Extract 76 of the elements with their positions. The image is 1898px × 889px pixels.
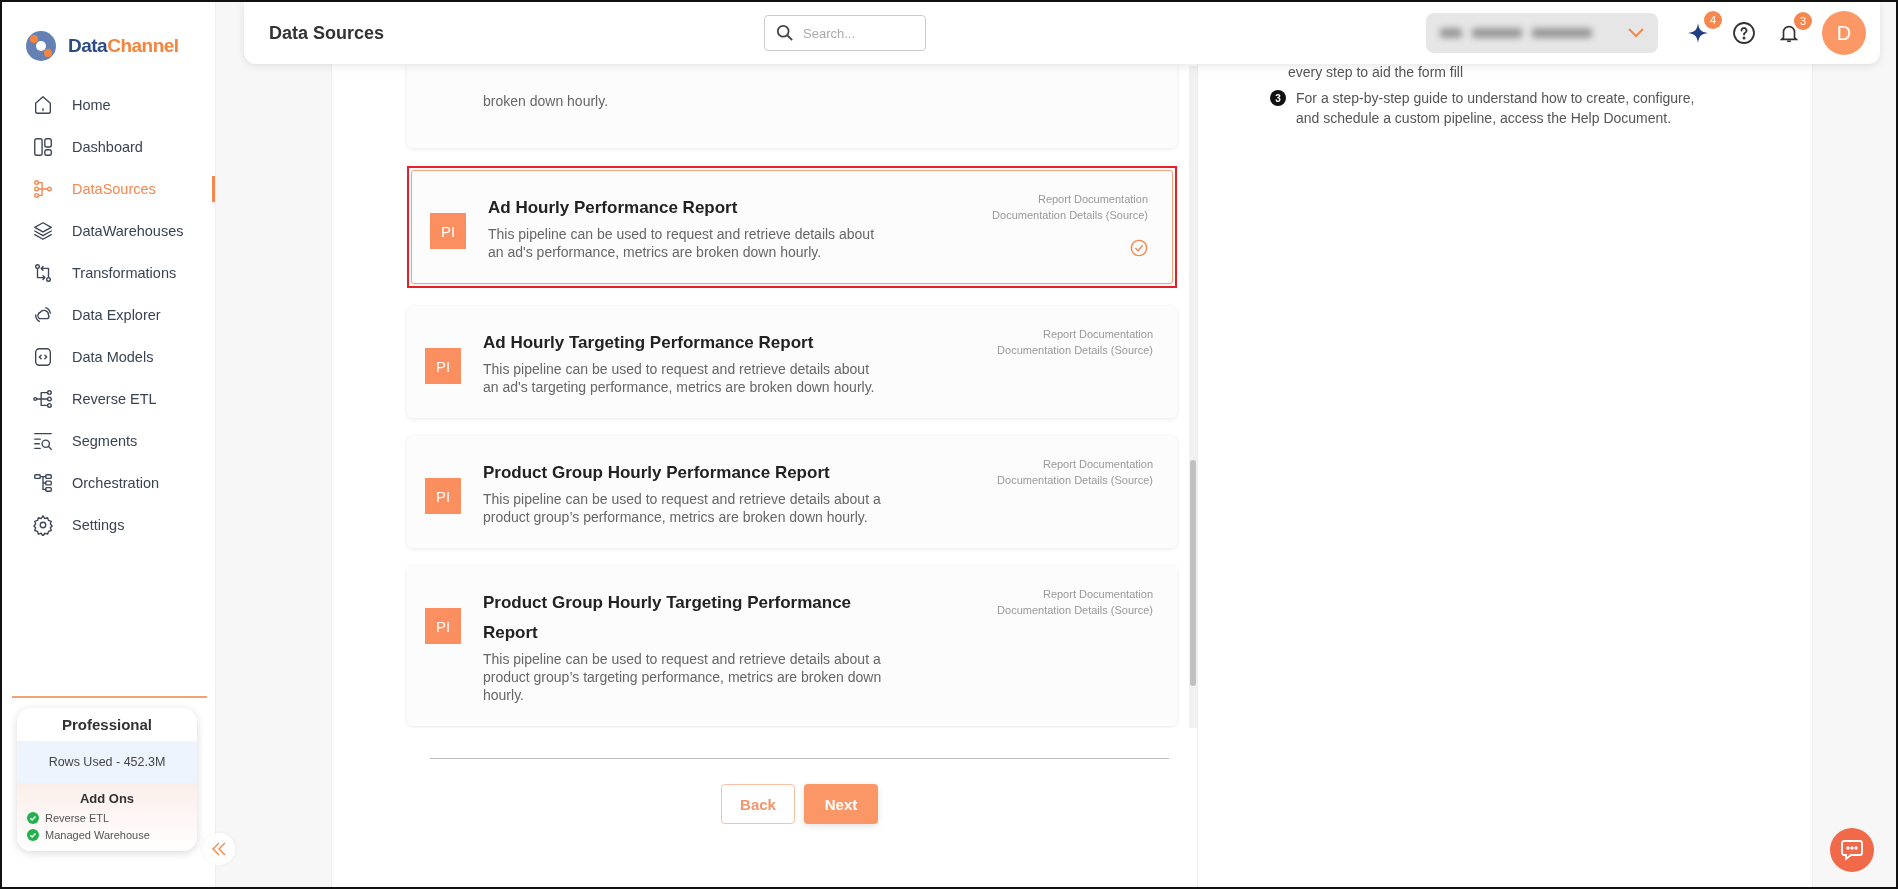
addon-label: Managed Warehouse (45, 829, 150, 841)
report-title: Product Group Hourly Targeting Performance Report (483, 592, 853, 644)
report-title: Product Group Hourly Performance Report (483, 462, 831, 484)
hierarchy-icon (32, 472, 54, 494)
check-icon (27, 812, 39, 824)
count-badge: 3 (1794, 12, 1812, 30)
back-button[interactable]: Back (721, 784, 795, 824)
logo-icon (24, 29, 58, 63)
search-list-icon (32, 430, 54, 452)
report-description: This pipeline can be used to request and retrieve details about a product group’s targeting performance, metrics are broken down hourly. (483, 650, 883, 704)
report-card[interactable] (407, 306, 1177, 418)
nav-item[interactable]: DataWarehouses (2, 210, 215, 252)
check-icon (27, 829, 39, 841)
plan-name: Professional (61, 715, 153, 735)
report-description: This pipeline can be used to request and retrieve details about an ad's performance, metrics are broken down hourly. (488, 225, 876, 261)
nav-item[interactable]: Segments (2, 420, 215, 462)
chevron-down-icon (1628, 28, 1644, 38)
rows-used: Rows Used - 452.3M (17, 741, 197, 783)
chat-button[interactable] (1830, 828, 1874, 872)
report-badge: PI (430, 213, 466, 249)
documentation-link[interactable]: Report Documentation (1042, 328, 1153, 340)
search-field[interactable]: Search... (764, 15, 926, 51)
dashboard-icon (32, 136, 54, 158)
report-badge: PI (425, 348, 461, 384)
chat-icon (1840, 839, 1864, 861)
step-number: 3 (1270, 90, 1286, 106)
nav-item[interactable]: Orchestration (2, 462, 215, 504)
page-title: Data Sources (269, 22, 386, 44)
report-card[interactable]: PI Ad Hourly Performance Report This pipeline can be used to request and retrieve details about an ad's performance, metrics are broken down hourly. Report Documentation Documentation Details (Source) (411, 170, 1173, 284)
count-badge: 4 (1704, 11, 1722, 29)
sparkle-button[interactable]: 4 (1686, 11, 1722, 45)
report-badge: PI (425, 478, 461, 514)
nav-item[interactable]: DataSources (2, 168, 215, 210)
flow-icon (32, 388, 54, 410)
double-chevron-icon (211, 842, 227, 856)
documentation-link[interactable]: Report Documentation (1042, 588, 1153, 600)
settings-icon (32, 514, 54, 536)
addons-title: Add Ons (78, 791, 136, 806)
documentation-link[interactable]: Documentation Details (Source) (997, 474, 1153, 486)
swap-icon (32, 262, 54, 284)
report-description: broken down hourly. (483, 92, 610, 110)
help-text: For a step-by-step guide to understand how to create, configure, and schedule a custom pipeline, access the Help Document. (1296, 89, 1696, 128)
addon-label: Reverse ETL (45, 812, 110, 824)
nav-item[interactable]: Settings (2, 504, 215, 546)
documentation-link[interactable]: Documentation Details (Source) (992, 209, 1148, 221)
report-card[interactable] (407, 436, 1177, 548)
scrollbar[interactable] (1189, 66, 1197, 728)
next-button[interactable]: Next (804, 784, 878, 824)
nav-item[interactable]: Dashboard (2, 126, 215, 168)
bell-button[interactable]: 3 (1778, 12, 1812, 44)
user-avatar[interactable]: D (1822, 11, 1866, 55)
nav-item[interactable]: Data Models (2, 336, 215, 378)
report-card[interactable] (407, 566, 1177, 726)
search-icon (776, 24, 794, 42)
layers-icon (32, 220, 54, 242)
nav-item[interactable]: Data Explorer (2, 294, 215, 336)
home-icon (32, 94, 54, 116)
report-card[interactable]: broken down hourly. (407, 64, 1177, 148)
nav-item[interactable]: Transformations (2, 252, 215, 294)
documentation-link[interactable]: Documentation Details (Source) (997, 604, 1153, 616)
documentation-link[interactable]: Documentation Details (Source) (997, 344, 1153, 356)
nav-item[interactable]: Reverse ETL (2, 378, 215, 420)
report-title: Ad Hourly Performance Report (488, 197, 739, 219)
check-circle-icon (1130, 239, 1148, 257)
branch-icon (32, 178, 54, 200)
help-icon (1732, 21, 1756, 45)
logo-text: DataChannel (68, 35, 179, 57)
code-file-icon (32, 346, 54, 368)
report-description: This pipeline can be used to request and retrieve details about an ad's targeting performance, metrics are broken down hourly. (483, 360, 876, 396)
documentation-link[interactable]: Report Documentation (1042, 458, 1153, 470)
documentation-link[interactable]: Report Documentation (1037, 193, 1148, 205)
report-description: This pipeline can be used to request and retrieve details about a product group’s performance, metrics are broken down hourly. (483, 490, 882, 526)
report-title: Ad Hourly Targeting Performance Report (483, 332, 815, 354)
nav-item[interactable]: Home (2, 84, 215, 126)
report-badge: PI (425, 608, 461, 644)
help-text: every step to aid the form fill (1287, 63, 1465, 82)
